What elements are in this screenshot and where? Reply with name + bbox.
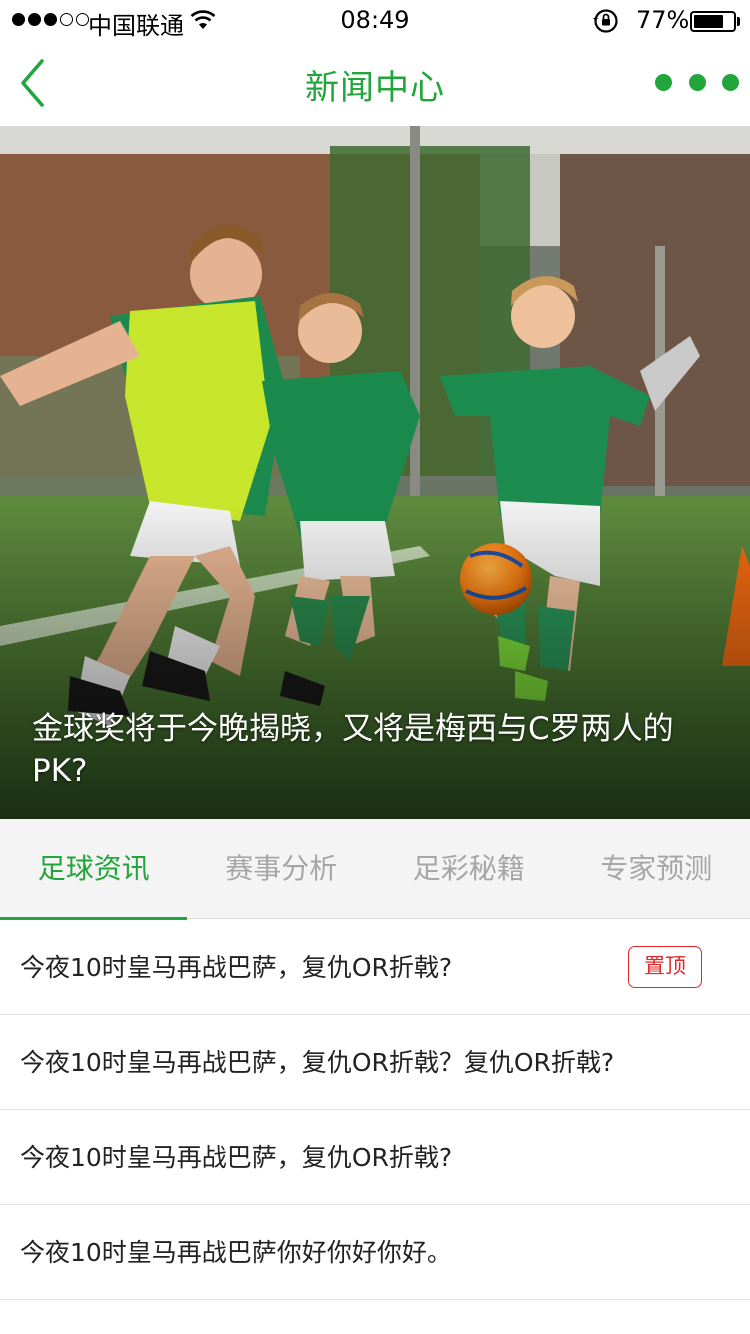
pinned-badge: 置顶 [628, 946, 702, 988]
tab-expert-prediction[interactable]: 专家预测 [563, 819, 750, 919]
app-screen: 中国联通 08:49 77% 新闻中心 金球奖将于今晚揭晓，又将是梅西与C罗两人… [0, 0, 750, 1334]
news-item[interactable]: 今夜10时皇马再战巴萨，复仇OR折戟? 置顶 [0, 920, 750, 1015]
hero-caption: 金球奖将于今晚揭晓，又将是梅西与C罗两人的PK? [32, 711, 674, 789]
battery-icon [690, 11, 736, 32]
status-bar: 中国联通 08:49 77% [0, 0, 750, 40]
nav-bar: 新闻中心 [0, 40, 750, 126]
news-title: 今夜10时皇马再战巴萨，复仇OR折戟? [20, 1143, 453, 1172]
tab-match-analysis[interactable]: 赛事分析 [188, 819, 376, 919]
news-item[interactable]: 今夜10时皇马再战巴萨，复仇OR折戟? [0, 1110, 750, 1205]
news-item[interactable]: 今夜10时皇马再战巴萨，复仇OR折戟？复仇OR折戟? [0, 1015, 750, 1110]
category-tabs: 足球资讯 赛事分析 足彩秘籍 专家预测 [0, 819, 750, 920]
news-item[interactable]: 今夜10时皇马再战巴萨你好你好你好。 [0, 1205, 750, 1300]
more-button[interactable] [655, 64, 739, 100]
more-dot [722, 73, 739, 91]
news-title: 今夜10时皇马再战巴萨你好你好你好。 [20, 1238, 452, 1267]
more-dot [688, 73, 706, 91]
news-title: 今夜10时皇马再战巴萨，复仇OR折戟? [20, 953, 453, 982]
battery-percent: 77% [636, 6, 690, 34]
tab-lottery-tips[interactable]: 足彩秘籍 [375, 819, 563, 919]
rotation-lock-icon [593, 9, 618, 33]
more-dot [655, 73, 672, 91]
tab-football-news[interactable]: 足球资讯 [0, 819, 188, 920]
news-list: 今夜10时皇马再战巴萨，复仇OR折戟? 置顶 今夜10时皇马再战巴萨，复仇OR折… [0, 920, 750, 1300]
page-title: 新闻中心 [305, 68, 445, 108]
hero-banner[interactable]: 金球奖将于今晚揭晓，又将是梅西与C罗两人的PK? [0, 126, 750, 819]
news-title: 今夜10时皇马再战巴萨，复仇OR折戟？复仇OR折戟? [20, 1048, 615, 1077]
